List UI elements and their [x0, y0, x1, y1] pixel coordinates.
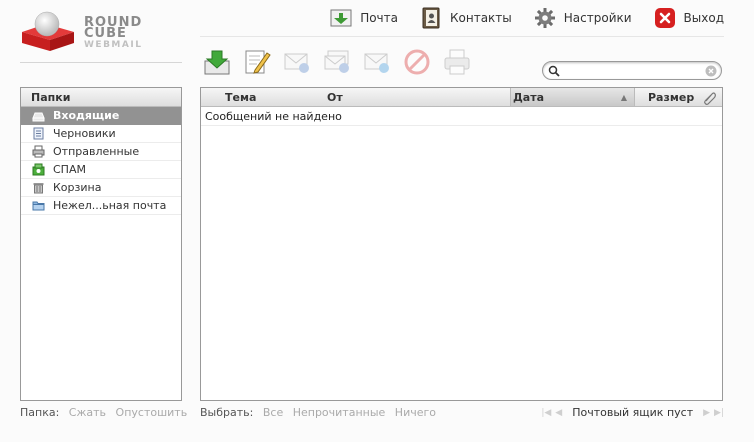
delete-button[interactable]	[402, 46, 432, 78]
logo-cube-icon	[22, 11, 74, 51]
print-icon	[444, 49, 470, 75]
previous-page-icon[interactable]: ◀	[555, 408, 562, 418]
select-label: Выбрать:	[200, 406, 254, 419]
folder-drafts-label: Черновики	[53, 127, 116, 140]
mail-nav-icon	[330, 9, 352, 27]
folder-inbox[interactable]: Входящие	[21, 107, 181, 125]
folder-inbox-label: Входящие	[53, 109, 120, 122]
folder-spam[interactable]: СПАМ	[21, 161, 181, 179]
delete-icon	[404, 49, 430, 75]
folder-spam-label: СПАМ	[53, 163, 86, 176]
check-mail-icon	[204, 50, 230, 75]
nav-mail[interactable]: Почта	[330, 7, 398, 29]
pager: |◀ ◀ Почтовый ящик пуст ▶ ▶|	[541, 406, 724, 419]
folder-trash[interactable]: Корзина	[21, 179, 181, 197]
column-date[interactable]: Дата ▲	[510, 88, 635, 106]
reply-all-icon	[324, 50, 349, 73]
mail-toolbar	[202, 46, 472, 78]
folder-icon	[32, 201, 45, 211]
quick-search	[542, 61, 722, 80]
trash-icon	[33, 183, 44, 194]
compose-button[interactable]	[242, 46, 272, 78]
logo-divider	[20, 62, 182, 63]
forward-button[interactable]	[362, 46, 392, 78]
search-input[interactable]	[561, 63, 701, 78]
select-actions: Выбрать: Все Непрочитанные Ничего	[200, 406, 436, 419]
sort-ascending-icon: ▲	[620, 93, 627, 102]
search-icon[interactable]	[548, 65, 560, 77]
folder-sent[interactable]: Отправленные	[21, 143, 181, 161]
message-list-header: Тема От Дата ▲ Размер	[201, 88, 722, 107]
inbox-icon	[32, 112, 45, 122]
clear-search-icon[interactable]	[705, 65, 717, 77]
spam-icon	[32, 163, 45, 176]
folder-panel: Папки Входящие Черновики Отправленные СП…	[20, 87, 182, 401]
reply-icon	[284, 53, 309, 73]
folder-drafts[interactable]: Черновики	[21, 125, 181, 143]
reply-button[interactable]	[282, 46, 312, 78]
folder-trash-label: Корзина	[53, 181, 102, 194]
folders-header: Папки	[21, 88, 181, 107]
column-from[interactable]: От	[327, 88, 343, 106]
first-page-icon[interactable]: |◀	[541, 408, 551, 418]
nav-contacts-label: Контакты	[450, 11, 512, 25]
folder-actions: Папка: Сжать Опустошить	[20, 406, 187, 419]
column-size[interactable]: Размер	[648, 88, 694, 106]
column-subject[interactable]: Тема	[225, 88, 256, 106]
empty-folder-link[interactable]: Опустошить	[116, 406, 188, 419]
top-navigation: Почта Контакты Настройки Выход	[330, 7, 724, 29]
message-list: Тема От Дата ▲ Размер Сообщений не найде…	[200, 87, 723, 401]
nav-logout[interactable]: Выход	[654, 7, 724, 29]
select-unread-link[interactable]: Непрочитанные	[293, 406, 386, 419]
reply-all-button[interactable]	[322, 46, 352, 78]
column-attachment[interactable]	[702, 88, 716, 106]
topnav-divider	[200, 36, 724, 37]
column-date-label: Дата	[513, 91, 545, 104]
check-mail-button[interactable]	[202, 46, 232, 78]
pager-status: Почтовый ящик пуст	[572, 406, 694, 419]
nav-settings-label: Настройки	[563, 11, 632, 25]
logo-line-webmail: WEBMAIL	[84, 40, 143, 50]
sent-icon	[32, 145, 45, 158]
nav-logout-label: Выход	[683, 11, 724, 25]
nav-contacts[interactable]: Контакты	[420, 7, 512, 29]
forward-icon	[364, 53, 389, 73]
select-all-link[interactable]: Все	[263, 406, 283, 419]
print-button[interactable]	[442, 46, 472, 78]
compose-icon	[245, 50, 271, 74]
address-book-icon	[422, 7, 440, 29]
gear-icon	[534, 8, 555, 28]
last-page-icon[interactable]: ▶|	[714, 408, 724, 418]
empty-list-message: Сообщений не найдено	[201, 107, 722, 126]
next-page-icon[interactable]: ▶	[703, 408, 710, 418]
roundcube-logo[interactable]: ROUND CUBE WEBMAIL	[20, 10, 182, 64]
nav-settings[interactable]: Настройки	[534, 7, 632, 29]
folder-junk[interactable]: Нежел...ьная почта	[21, 197, 181, 215]
nav-mail-label: Почта	[360, 11, 398, 25]
folder-sent-label: Отправленные	[53, 145, 140, 158]
drafts-icon	[33, 127, 44, 140]
folder-junk-label: Нежел...ьная почта	[53, 199, 167, 212]
logout-icon	[654, 8, 675, 28]
compact-folder-link[interactable]: Сжать	[69, 406, 106, 419]
paperclip-icon	[704, 92, 716, 105]
select-none-link[interactable]: Ничего	[395, 406, 436, 419]
folder-actions-label: Папка:	[20, 406, 60, 419]
